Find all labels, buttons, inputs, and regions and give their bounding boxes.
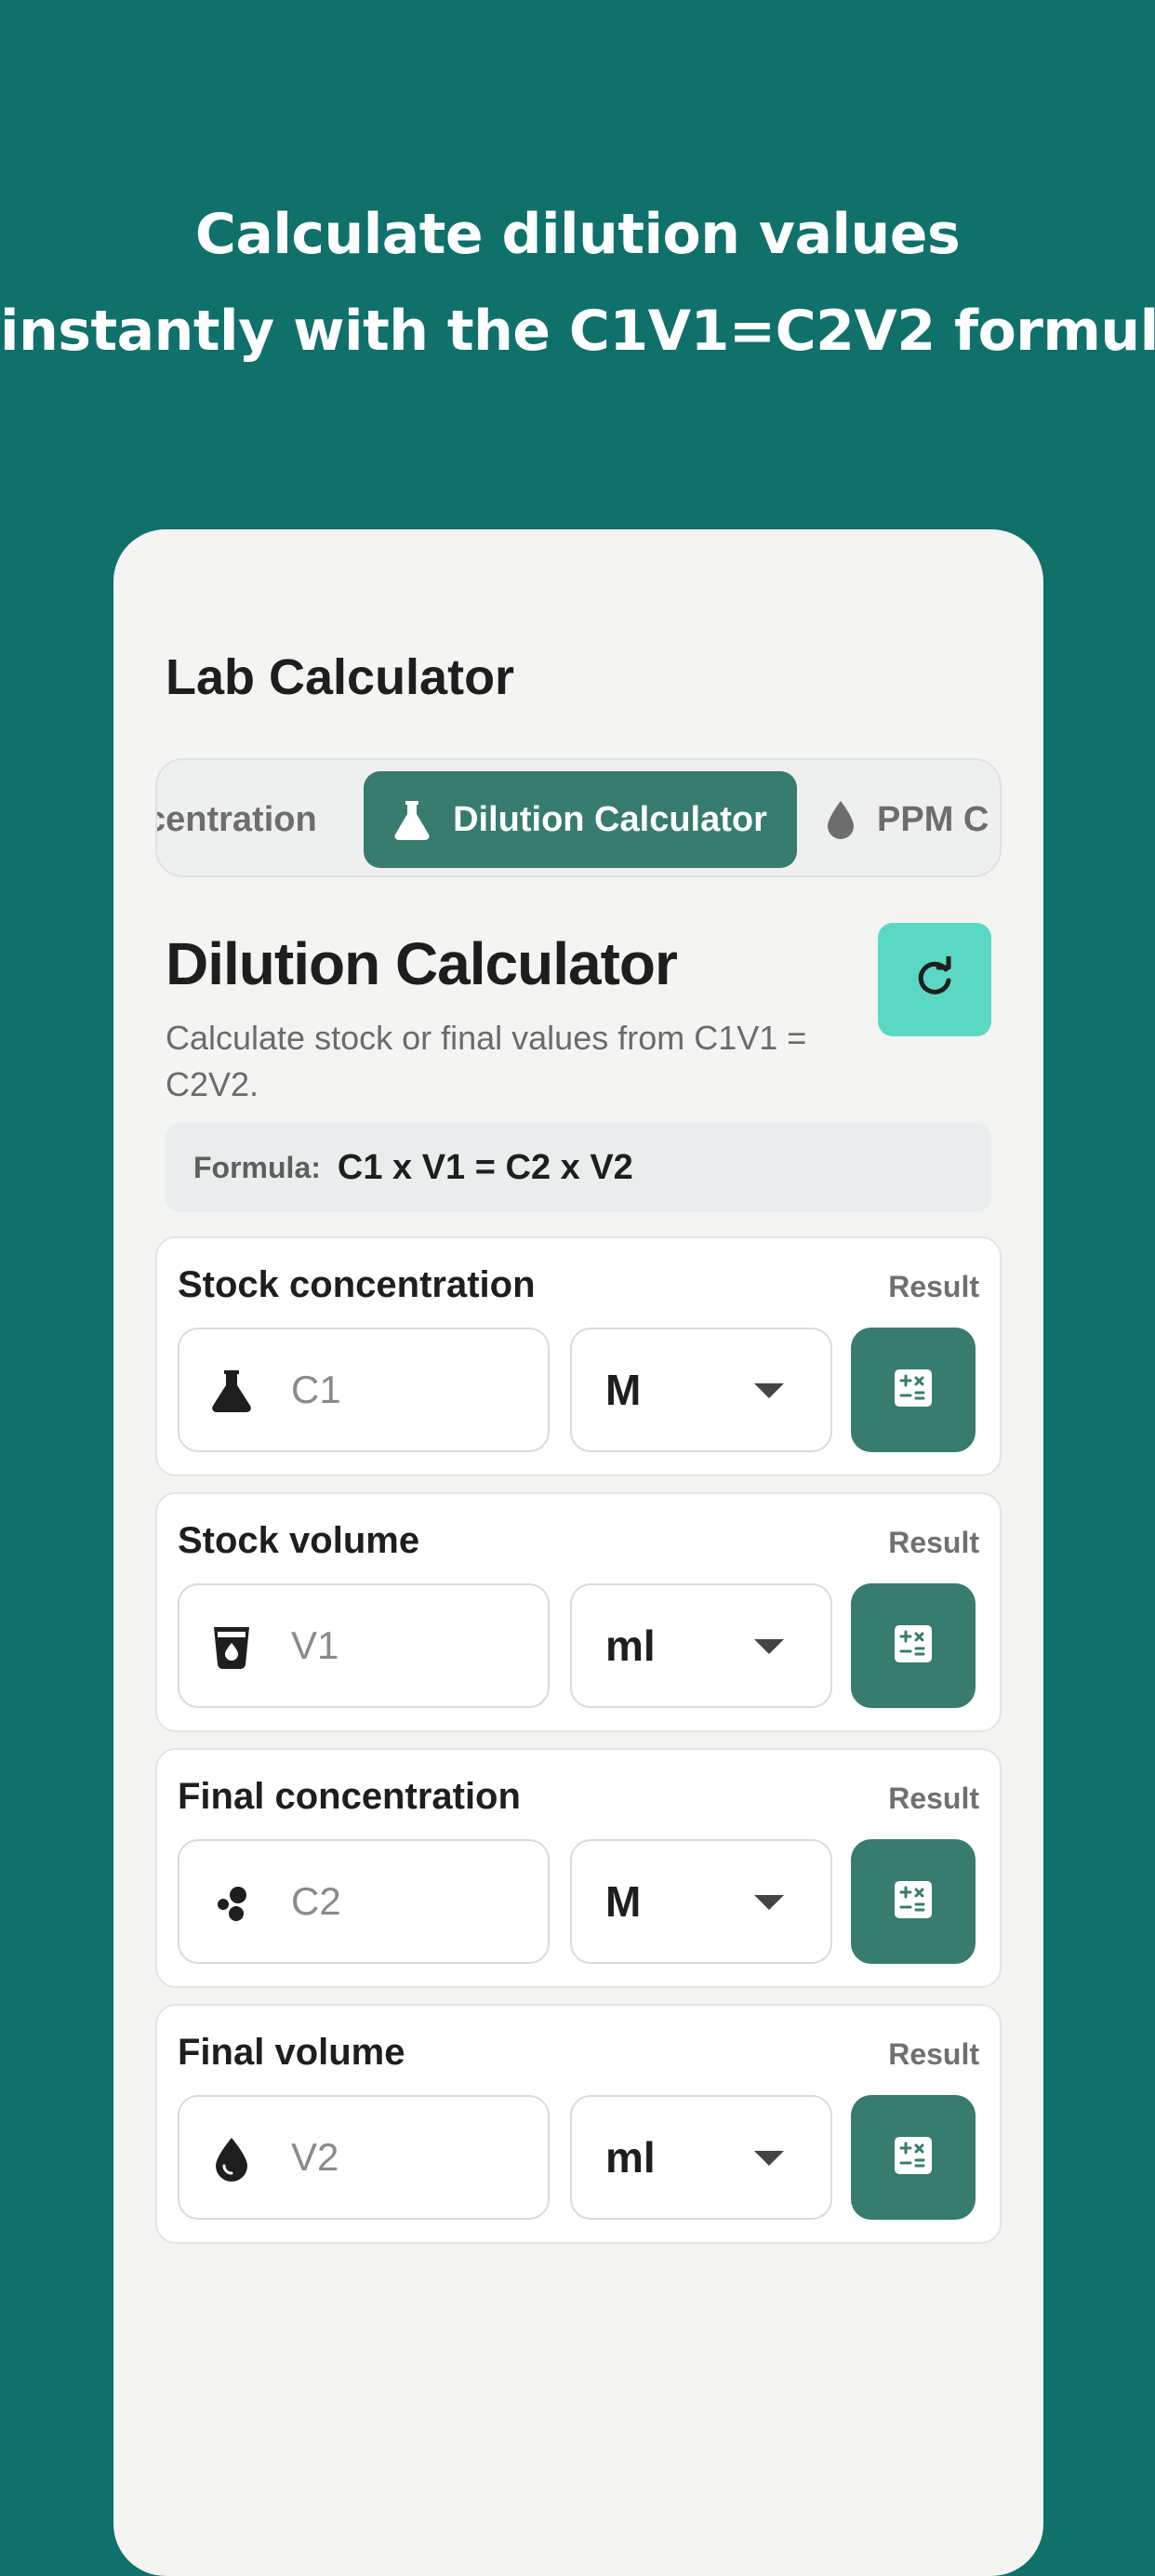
reset-button[interactable]: [878, 923, 991, 1036]
unit-select-v2[interactable]: ml: [570, 2095, 832, 2220]
field-label: Stock volume: [178, 1520, 420, 1561]
stock-concentration-field[interactable]: [178, 1328, 550, 1452]
formula-value: C1 x V1 = C2 x V2: [337, 1147, 633, 1187]
unit-value: M: [605, 1366, 642, 1414]
tab-ppm-label: PPM C: [877, 799, 989, 839]
stock-concentration-card: Stock concentration Result M: [155, 1236, 1002, 1476]
calculator-icon: [893, 1623, 934, 1669]
chevron-down-icon: [754, 1895, 784, 1916]
final-concentration-card: Final concentration Result M: [155, 1748, 1002, 1988]
formula-label: Formula:: [193, 1150, 321, 1184]
final-volume-card: Final volume Result ml: [155, 2004, 1002, 2244]
unit-value: M: [605, 1877, 642, 1926]
tab-dilution-label: Dilution Calculator: [453, 799, 767, 839]
v1-input[interactable]: [291, 1613, 524, 1678]
molecule-icon: [207, 1878, 256, 1927]
v2-input[interactable]: [291, 2125, 524, 2190]
calculator-icon: [893, 1879, 934, 1925]
field-label: Stock concentration: [178, 1264, 536, 1305]
field-label: Final volume: [178, 2032, 405, 2073]
refresh-icon: [913, 954, 956, 1004]
calculator-tabs: centration Dilution Calculator PPM C: [155, 758, 1002, 877]
final-volume-field[interactable]: [178, 2095, 550, 2220]
chevron-down-icon: [754, 1383, 784, 1405]
c1-input[interactable]: [291, 1357, 524, 1422]
app-title: Lab Calculator: [166, 649, 515, 705]
chevron-down-icon: [754, 1639, 784, 1661]
tab-concentration[interactable]: centration: [155, 771, 317, 868]
tab-dilution-calculator[interactable]: Dilution Calculator: [364, 771, 797, 868]
chevron-down-icon: [754, 2151, 784, 2172]
calculate-c2-button[interactable]: [851, 1839, 976, 1964]
tab-concentration-label: centration: [155, 799, 317, 839]
headline-line-1: Calculate dilution values: [194, 202, 961, 267]
flask-icon: [393, 799, 431, 840]
calculate-v2-button[interactable]: [851, 2095, 976, 2220]
unit-select-v1[interactable]: ml: [570, 1583, 832, 1708]
page-title: Dilution Calculator: [166, 930, 678, 997]
calculate-v1-button[interactable]: [851, 1583, 976, 1708]
headline: Calculate dilution values instantly with…: [0, 186, 1155, 380]
drop-icon: [207, 2134, 256, 2182]
result-label: Result: [888, 1526, 979, 1559]
drop-icon: [825, 799, 856, 840]
final-concentration-field[interactable]: [178, 1839, 550, 1964]
stock-volume-card: Stock volume Result ml: [155, 1492, 1002, 1732]
result-label: Result: [888, 1270, 979, 1303]
result-label: Result: [888, 2037, 979, 2071]
stock-volume-field[interactable]: [178, 1583, 550, 1708]
calculate-c1-button[interactable]: [851, 1328, 976, 1452]
calculator-icon: [893, 2135, 934, 2181]
field-label: Final concentration: [178, 1776, 521, 1817]
unit-value: ml: [605, 2133, 656, 2182]
page-subtitle: Calculate stock or final values from C1V…: [166, 1019, 807, 1103]
beaker-icon: [207, 1622, 256, 1671]
calculator-icon: [893, 1368, 934, 1413]
result-label: Result: [888, 1782, 979, 1815]
tab-ppm[interactable]: PPM C: [825, 771, 989, 868]
formula-box: Formula: C1 x V1 = C2 x V2: [166, 1123, 991, 1212]
unit-select-c2[interactable]: M: [570, 1839, 832, 1964]
headline-line-2: instantly with the C1V1=C2V2 formula: [0, 299, 1155, 364]
flask-icon: [207, 1367, 256, 1415]
phone-screen: Lab Calculator centration Dilution Calcu…: [113, 529, 1043, 2576]
c2-input[interactable]: [291, 1869, 524, 1934]
unit-value: ml: [605, 1622, 656, 1670]
unit-select-c1[interactable]: M: [570, 1328, 832, 1452]
